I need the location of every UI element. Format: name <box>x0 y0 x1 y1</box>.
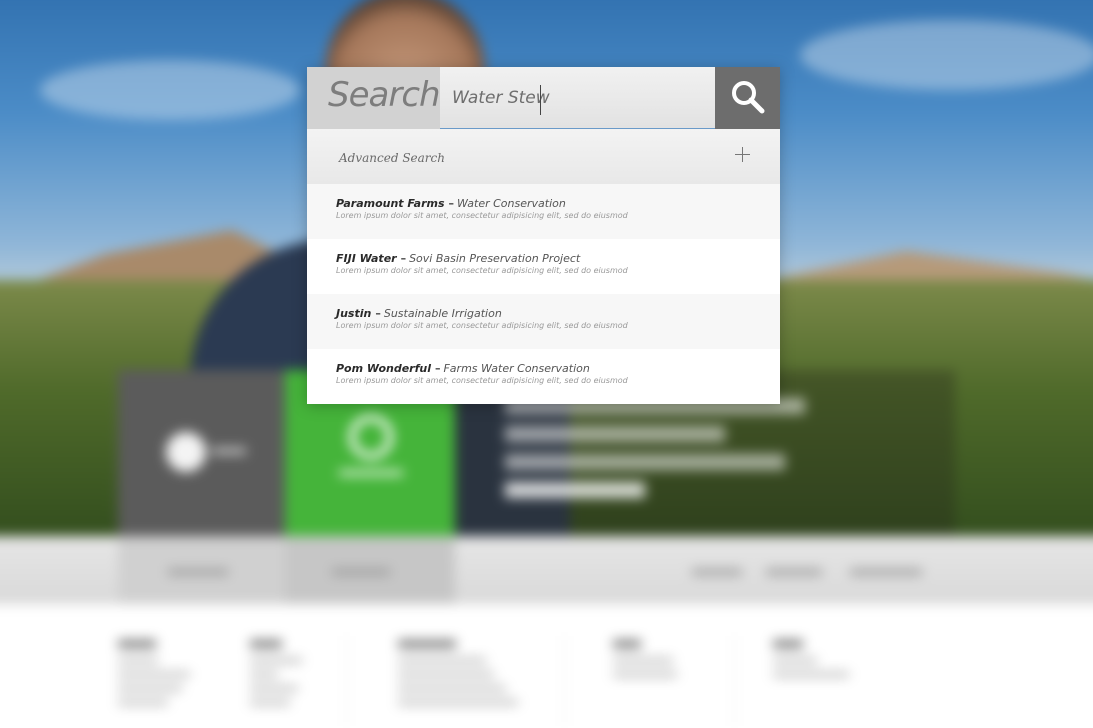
search-result[interactable]: Justin – Sustainable Irrigation Lorem ipsu… <box>307 294 780 349</box>
plus-icon[interactable] <box>735 147 751 163</box>
advanced-search-toggle[interactable]: Advanced Search <box>307 129 780 184</box>
search-results: Paramount Farms – Water Conservation Lorem… <box>307 184 780 404</box>
search-button[interactable] <box>715 67 780 129</box>
result-organization: Justin <box>336 307 372 320</box>
result-organization: Paramount Farms <box>336 197 445 210</box>
result-organization: Pom Wonderful <box>336 362 431 375</box>
text-caret <box>540 85 541 115</box>
result-description: Lorem ipsum dolor sit amet, consectetur … <box>336 266 628 275</box>
result-organization: FIJI Water <box>336 252 397 265</box>
search-result[interactable]: Pom Wonderful – Farms Water Conservation L… <box>307 349 780 404</box>
search-input-box[interactable] <box>440 67 715 129</box>
search-dialog: Search: Advanced Search Paramount Farms–… <box>307 67 780 404</box>
search-label-box: Search: <box>307 67 451 129</box>
search-result[interactable]: Paramount Farms – Water Conservation Lorem… <box>307 184 780 239</box>
result-project: Sustainable Irrigation <box>383 307 502 320</box>
search-input[interactable] <box>452 81 702 115</box>
search-icon <box>732 81 765 114</box>
footer <box>0 604 1093 728</box>
result-description: Lorem ipsum dolor sit amet, consectetur … <box>336 376 628 385</box>
result-project: Farms Water Conservation <box>443 362 590 375</box>
result-description: Lorem ipsum dolor sit amet, consectetur … <box>336 211 628 220</box>
brand-tile <box>118 370 286 540</box>
search-bar: Search: <box>307 67 780 129</box>
result-project: Sovi Basin Preservation Project <box>409 252 581 265</box>
result-description: Lorem ipsum dolor sit amet, consectetur … <box>336 321 628 330</box>
advanced-search-label: Advanced Search <box>339 151 445 165</box>
search-label: Search: <box>328 75 451 115</box>
result-project: Water Conservation <box>457 197 566 210</box>
search-result[interactable]: FIJI Water – Sovi Basin Preservation Proje… <box>307 239 780 294</box>
